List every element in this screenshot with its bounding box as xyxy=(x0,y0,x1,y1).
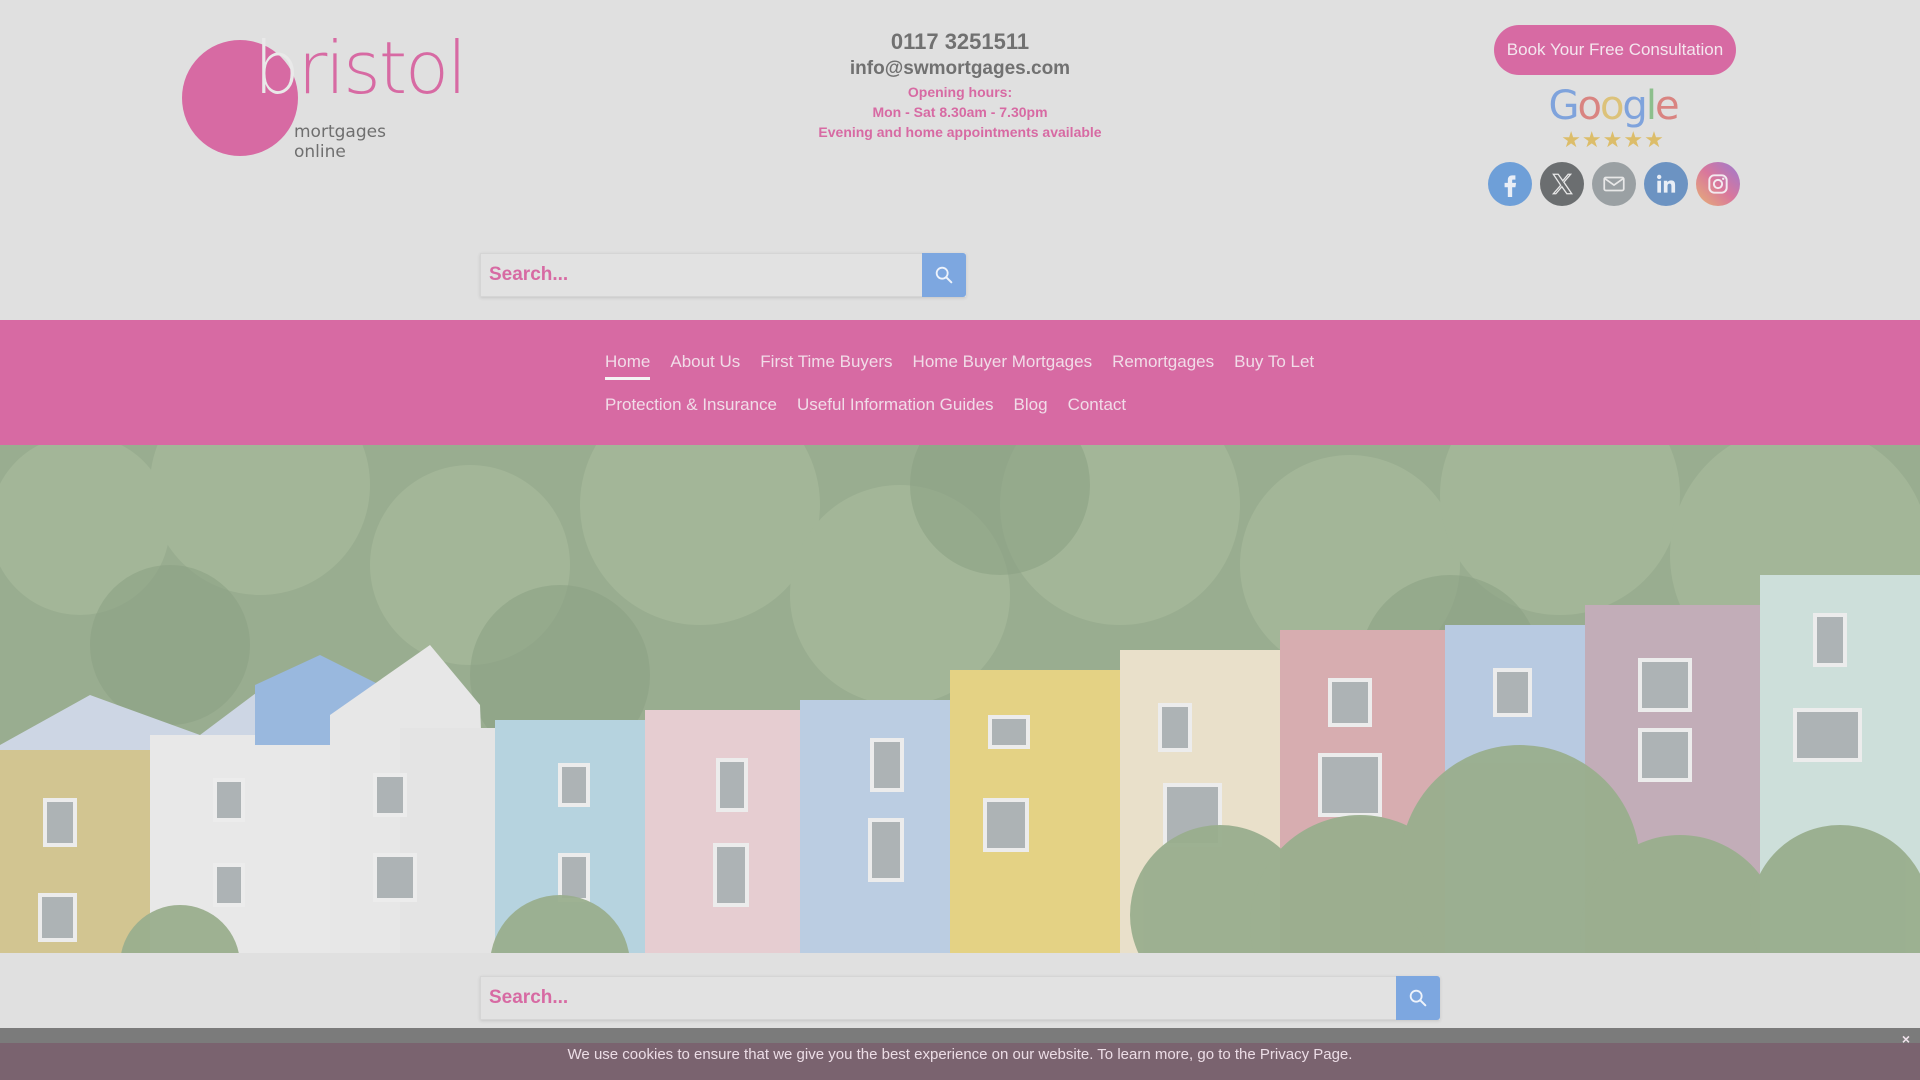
search-icon xyxy=(1409,989,1427,1007)
logo-word: bristol xyxy=(254,26,467,110)
instagram-link[interactable] xyxy=(1696,162,1740,206)
nav-blog[interactable]: Blog xyxy=(1014,393,1048,423)
nav-home-buyer-mortgages[interactable]: Home Buyer Mortgages xyxy=(913,350,1093,380)
email-address[interactable]: info@swmortgages.com xyxy=(760,56,1160,82)
linkedin-icon xyxy=(1657,174,1676,193)
search-input[interactable] xyxy=(480,253,922,297)
facebook-icon xyxy=(1504,175,1517,197)
nav-protection-insurance[interactable]: Protection & Insurance xyxy=(605,393,777,423)
main-navigation: Home About Us First Time Buyers Home Buy… xyxy=(0,320,1920,445)
logo-subtitle: mortgages online xyxy=(294,122,386,162)
x-icon xyxy=(1551,173,1573,195)
logo[interactable]: bristol mortgages online xyxy=(182,26,467,162)
phone-number[interactable]: 0117 3251511 xyxy=(760,28,1160,56)
search-button[interactable] xyxy=(922,253,966,297)
mail-icon xyxy=(1603,176,1625,192)
nav-first-time-buyers[interactable]: First Time Buyers xyxy=(760,350,892,380)
nav-useful-information-guides[interactable]: Useful Information Guides xyxy=(797,393,994,423)
nav-contact[interactable]: Contact xyxy=(1068,393,1127,423)
search-input-bottom[interactable] xyxy=(480,976,1396,1020)
opening-hours-label: Opening hours: xyxy=(907,84,1013,100)
nav-remortgages[interactable]: Remortgages xyxy=(1112,350,1214,380)
hero-image xyxy=(0,445,1920,953)
social-links xyxy=(1488,162,1740,206)
email-link[interactable] xyxy=(1592,162,1636,206)
search-icon xyxy=(935,266,953,284)
x-link[interactable] xyxy=(1540,162,1584,206)
appointments-note: Evening and home appointments available xyxy=(818,124,1102,140)
opening-hours: Mon - Sat 8.30am - 7.30pm xyxy=(872,104,1048,120)
instagram-icon xyxy=(1708,174,1728,194)
facebook-link[interactable] xyxy=(1488,162,1532,206)
footer-search xyxy=(480,976,1440,1020)
page: bristol mortgages online 0117 3251511 in… xyxy=(0,0,1920,1080)
cookie-banner: We use cookies to ensure that we give yo… xyxy=(0,1031,1920,1080)
google-logo: Google xyxy=(1548,83,1679,129)
nav-row-1: Home About Us First Time Buyers Home Buy… xyxy=(605,350,1314,380)
google-reviews-badge[interactable]: Google ★★★★★ xyxy=(1548,83,1679,152)
search-button-bottom[interactable] xyxy=(1396,976,1440,1020)
nav-row-2: Protection & Insurance Useful Informatio… xyxy=(605,393,1126,423)
cookie-close-button[interactable]: × xyxy=(1902,1031,1910,1047)
nav-about-us[interactable]: About Us xyxy=(670,350,740,380)
hero-illustration xyxy=(0,445,1920,953)
contact-info: 0117 3251511 info@swmortgages.com Openin… xyxy=(760,28,1160,142)
cookie-message: We use cookies to ensure that we give yo… xyxy=(567,1046,1353,1063)
nav-buy-to-let[interactable]: Buy To Let xyxy=(1234,350,1314,380)
header-search xyxy=(480,253,966,297)
rating-stars: ★★★★★ xyxy=(1561,127,1665,152)
book-consultation-button[interactable]: Book Your Free Consultation xyxy=(1494,25,1736,75)
nav-home[interactable]: Home xyxy=(605,350,651,380)
footer-strip xyxy=(0,1028,1920,1043)
linkedin-link[interactable] xyxy=(1644,162,1688,206)
